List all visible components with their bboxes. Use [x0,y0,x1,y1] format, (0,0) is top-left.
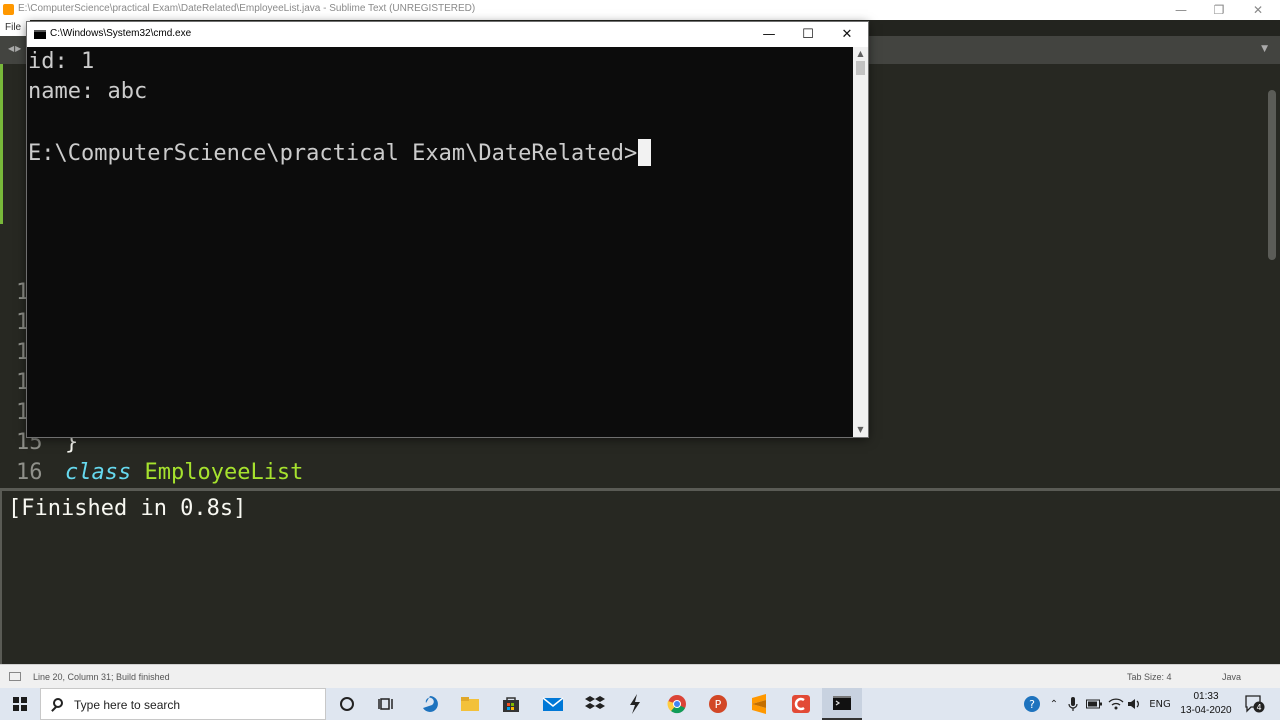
dropbox-icon[interactable] [575,688,615,720]
text-cursor [638,139,652,166]
search-placeholder: Type here to search [74,698,181,712]
app-icon[interactable] [781,688,821,720]
store-icon[interactable] [491,688,531,720]
clock-date: 13-04-2020 [1180,705,1232,716]
language-indicator[interactable]: ENG [1146,688,1174,720]
help-icon[interactable]: ? [1020,688,1044,720]
scroll-up-icon[interactable]: ▲ [853,47,868,61]
editor-scrollbar[interactable] [1268,90,1276,260]
line-number: 16 [16,460,43,485]
sublime-text-icon[interactable] [739,688,779,720]
volume-icon[interactable] [1126,688,1144,720]
close-button[interactable]: ✕ [1250,2,1266,18]
svg-text:?: ? [1029,698,1035,711]
notification-count: 4 [1256,703,1261,712]
console-line: name: abc [28,79,148,104]
clock-time: 01:33 [1193,691,1219,702]
console-prompt-line: E:\ComputerScience\practical Exam\DateRe… [28,139,652,166]
task-view-icon[interactable] [367,688,407,720]
wifi-icon[interactable] [1106,688,1126,720]
status-text: Line 20, Column 31; Build finished [33,672,170,682]
menu-bar: File [0,20,30,36]
scroll-thumb[interactable] [856,61,865,75]
mail-icon[interactable] [533,688,573,720]
syntax-selector[interactable]: Java [1222,672,1241,682]
cmd-titlebar[interactable]: C:\Windows\System32\cmd.exe — ☐ ✕ [27,22,868,47]
taskbar: Type here to search P ? ⌃ ENG 01:33 13-0… [0,688,1280,720]
scroll-down-icon[interactable]: ▼ [853,423,868,437]
sublime-window-title: E:\ComputerScience\practical Exam\DateRe… [18,3,476,14]
cmd-maximize-button[interactable]: ☐ [788,22,828,47]
panel-toggle-icon[interactable] [9,672,21,681]
menu-file[interactable]: File [5,22,21,33]
search-box[interactable]: Type here to search [40,688,326,720]
cmd-icon [34,30,46,39]
cmd-window-title: C:\Windows\System32\cmd.exe [50,28,192,39]
cortana-icon[interactable] [327,688,367,720]
clock[interactable]: 01:33 13-04-2020 [1178,690,1234,718]
modified-line-marker [0,64,3,224]
console-line: id: 1 [28,49,95,74]
console-prompt: E:\ComputerScience\practical Exam\DateRe… [28,141,638,166]
search-icon [53,698,63,708]
cmd-console[interactable]: id: 1 name: abc E:\ComputerScience\pract… [27,47,853,437]
status-bar: Line 20, Column 31; Build finished Tab S… [0,664,1280,689]
cmd-scrollbar[interactable]: ▲ ▼ [853,47,868,437]
code-class-declaration: class EmployeeList [65,460,303,485]
start-button[interactable] [0,688,40,720]
notification-center-icon[interactable]: 4 [1240,688,1270,720]
cmd-close-button[interactable]: ✕ [827,22,867,47]
bolt-icon[interactable] [615,688,655,720]
svg-text:P: P [715,698,722,711]
chrome-icon[interactable] [657,688,697,720]
battery-icon[interactable] [1084,688,1104,720]
minimize-button[interactable]: — [1173,2,1189,18]
command-prompt-icon[interactable] [822,688,862,720]
build-output-panel[interactable]: [Finished in 0.8s] [0,488,1280,664]
tab-nav-arrows[interactable]: ◀▶ [8,44,22,53]
sublime-titlebar: E:\ComputerScience\practical Exam\DateRe… [0,0,1280,20]
keyword-class: class [65,460,132,485]
class-name: EmployeeList [144,460,304,485]
chevron-up-icon[interactable]: ⌃ [1046,688,1062,720]
edge-icon[interactable] [410,688,450,720]
microphone-icon[interactable] [1064,688,1082,720]
sublime-app-icon [3,4,14,15]
cmd-minimize-button[interactable]: — [749,22,789,47]
build-output-text: [Finished in 0.8s] [8,496,247,521]
maximize-button[interactable]: ❐ [1211,2,1227,18]
tab-size-selector[interactable]: Tab Size: 4 [1127,672,1172,682]
windows-icon [13,697,27,711]
file-explorer-icon[interactable] [450,688,490,720]
tab-dropdown-icon[interactable]: ▼ [1261,44,1268,54]
powerpoint-icon[interactable]: P [698,688,738,720]
cmd-window: C:\Windows\System32\cmd.exe — ☐ ✕ id: 1 … [27,22,868,437]
